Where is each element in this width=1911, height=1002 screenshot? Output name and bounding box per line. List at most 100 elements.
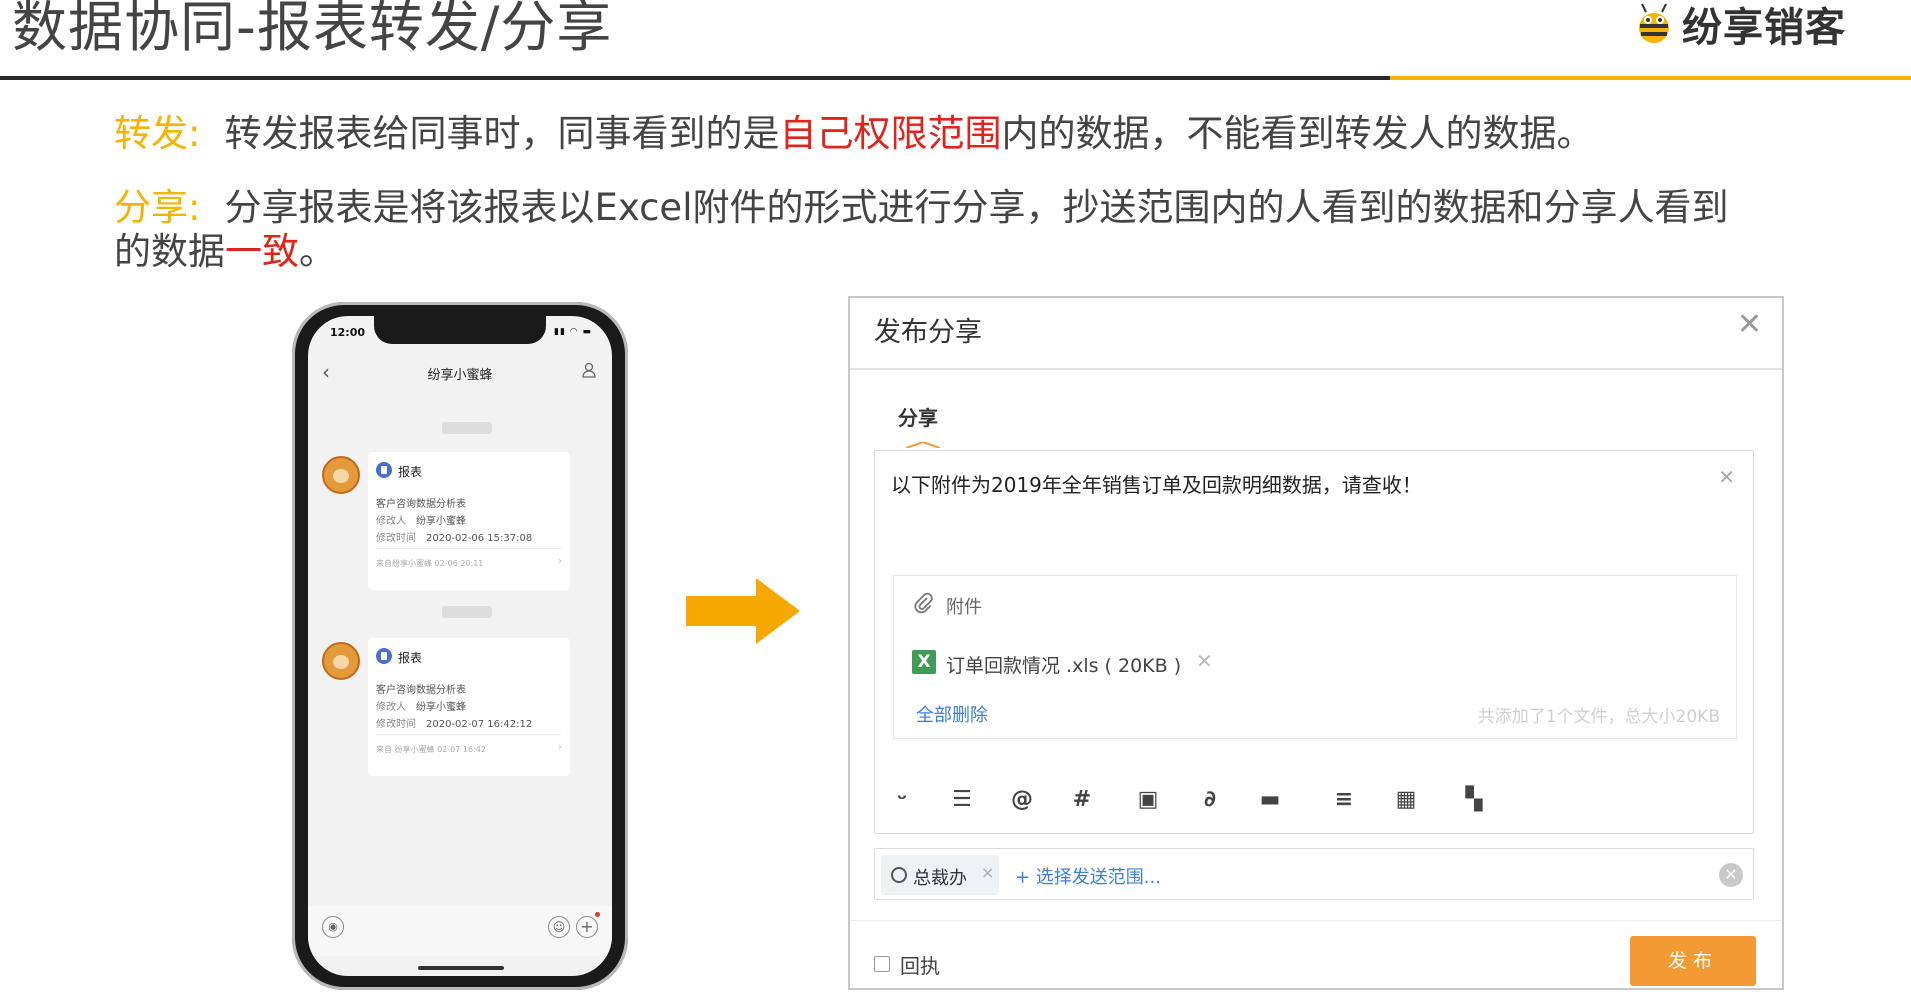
avatar[interactable] xyxy=(322,456,360,494)
divider xyxy=(376,548,562,549)
card-type: 报表 xyxy=(398,465,423,479)
mention-icon[interactable]: @ xyxy=(1009,787,1035,813)
share-highlight: 一致 xyxy=(225,230,299,273)
card-time-row: 修改时间 2020-02-07 16:42:12 xyxy=(376,715,532,730)
message-text[interactable]: 以下附件为2019年全年销售订单及回款明细数据，请查收！ xyxy=(891,469,1422,498)
report-card[interactable]: 报表 客户咨询数据分析表 修改人 纷享小蜜蜂 修改时间 2020-02-07 16:… xyxy=(368,638,570,776)
chevron-right-icon: › xyxy=(558,556,562,567)
card-footer: 来自纷享小蜜蜂 02-06 20:11 xyxy=(376,559,484,568)
bee-logo-icon xyxy=(1639,3,1669,43)
divider xyxy=(850,920,1782,921)
logo-text: 纷享销客 xyxy=(1682,5,1846,51)
publish-button[interactable]: 发布 xyxy=(1630,936,1756,986)
message-editor[interactable]: 以下附件为2019年全年销售订单及回款明细数据，请查收！ ✕ 附件 X 订单回款… xyxy=(874,450,1754,834)
delete-all-link[interactable]: 全部删除 xyxy=(916,701,988,727)
forward-text-1: 转发报表给同事时，同事看到的是 xyxy=(224,112,780,155)
clear-scope-icon[interactable]: ✕ xyxy=(1719,863,1743,887)
phone-screen: 12:00 ▮▮ ◠ ▬ ‹ 纷享小蜜蜂 报表 客户咨询数据分析表 修改人 纷享小… xyxy=(308,316,612,976)
home-indicator xyxy=(418,966,504,970)
receipt-checkbox[interactable] xyxy=(874,956,890,972)
report-icon xyxy=(376,462,392,478)
card-modifier-row: 修改人 纷享小蜜蜂 xyxy=(376,698,466,713)
excel-file-icon: X xyxy=(912,650,936,674)
timestamp-pill xyxy=(442,422,492,434)
hashtag-icon[interactable]: # xyxy=(1069,787,1095,813)
report-card[interactable]: 报表 客户咨询数据分析表 修改人 纷享小蜜蜂 修改时间 2020-02-06 15:… xyxy=(368,452,570,590)
send-scope-field[interactable]: 总裁办 × + 选择发送范围... ✕ xyxy=(874,848,1754,900)
share-paragraph: 分享: 分享报表是将该报表以Excel附件的形式进行分享，抄送范围内的人看到的数据… xyxy=(114,186,1754,274)
card-type: 报表 xyxy=(398,651,423,665)
attachment-summary: 共添加了1个文件，总大小20KB xyxy=(1477,707,1720,727)
emoji-icon[interactable]: ᵕ xyxy=(889,787,915,813)
card-time-label: 修改时间 xyxy=(376,533,416,544)
share-text-3: 。 xyxy=(299,230,336,273)
slide-title: 数据协同-报表转发/分享 xyxy=(12,0,613,59)
tab-indicator-icon xyxy=(906,442,940,448)
phone-notch xyxy=(374,316,546,344)
table-icon[interactable]: ▦ xyxy=(1393,787,1419,813)
header-rule-dark xyxy=(0,76,1390,80)
phone-mockup: 12:00 ▮▮ ◠ ▬ ‹ 纷享小蜜蜂 报表 客户咨询数据分析表 修改人 纷享小… xyxy=(292,302,628,990)
circle-icon xyxy=(891,867,907,883)
divider xyxy=(376,734,562,735)
card-modifier: 纷享小蜜蜂 xyxy=(416,702,466,713)
card-modifier: 纷享小蜜蜂 xyxy=(416,516,466,527)
card-modifier-label: 修改人 xyxy=(376,516,406,527)
brand-logo: 纷享销客 xyxy=(1632,0,1846,51)
plus-icon[interactable]: + xyxy=(576,916,598,938)
share-colon: : xyxy=(188,186,201,229)
editor-toolbar: ᵕ ☰ @ # ▣ ∂ ▬ ≡ ▦ ▚ xyxy=(889,781,1749,821)
card-report-name: 客户咨询数据分析表 xyxy=(376,499,466,510)
avatar[interactable] xyxy=(322,642,360,680)
clear-message-icon[interactable]: ✕ xyxy=(1718,465,1735,489)
forward-colon: : xyxy=(188,112,201,155)
card-modifier-row: 修改人 纷享小蜜蜂 xyxy=(376,512,466,527)
status-icons: ▮▮ ◠ ▬ xyxy=(554,327,592,337)
remove-file-icon[interactable]: ✕ xyxy=(1196,649,1213,673)
dialog-title: 发布分享 xyxy=(874,317,982,348)
close-icon[interactable]: ✕ xyxy=(1737,310,1762,340)
timestamp-pill xyxy=(442,606,492,618)
select-scope-link[interactable]: + 选择发送范围... xyxy=(1015,863,1161,889)
card-time-label: 修改时间 xyxy=(376,719,416,730)
remove-tag-icon[interactable]: × xyxy=(981,863,994,882)
card-modifier-label: 修改人 xyxy=(376,702,406,713)
attachment-icon[interactable]: ∂ xyxy=(1197,787,1223,813)
card-time-row: 修改时间 2020-02-06 15:37:08 xyxy=(376,529,532,544)
card-footer: 来自 纷享小蜜蜂 02-07 16:42 xyxy=(376,745,486,754)
card-time: 2020-02-06 15:37:08 xyxy=(426,533,533,544)
voice-icon[interactable]: ◉ xyxy=(322,916,344,938)
share-text-1: 分享报表是将该报表以Excel附件的形式进行分享，抄送范围内的人看到的数据和分享… xyxy=(224,186,1729,229)
report-icon xyxy=(376,648,392,664)
chat-input-bar: ◉ ☺ + xyxy=(308,906,612,956)
chat-nav-bar: ‹ 纷享小蜜蜂 xyxy=(308,354,612,388)
attachment-file-name[interactable]: 订单回款情况 .xls ( 20KB ) xyxy=(946,651,1181,678)
attachment-panel: 附件 X 订单回款情况 .xls ( 20KB ) ✕ 全部删除 共添加了1个文… xyxy=(893,575,1737,739)
forward-label: 转发 xyxy=(114,112,188,155)
card-icon[interactable]: ▬ xyxy=(1257,787,1283,813)
paperclip-icon xyxy=(914,592,933,614)
forward-highlight: 自己权限范围 xyxy=(779,112,1002,155)
user-icon[interactable] xyxy=(582,362,596,378)
list-icon[interactable]: ☰ xyxy=(949,787,975,813)
apps-icon[interactable]: ▚ xyxy=(1461,787,1487,813)
notification-dot xyxy=(595,912,600,917)
divider xyxy=(850,368,1782,370)
publish-share-dialog: 发布分享 ✕ 分享 以下附件为2019年全年销售订单及回款明细数据，请查收！ ✕… xyxy=(848,296,1784,990)
status-time: 12:00 xyxy=(330,326,366,339)
align-icon[interactable]: ≡ xyxy=(1331,787,1357,813)
share-text-2: 的数据 xyxy=(114,230,225,273)
card-report-name: 客户咨询数据分析表 xyxy=(376,685,466,696)
scope-tag[interactable]: 总裁办 × xyxy=(881,855,999,895)
share-label: 分享 xyxy=(114,186,188,229)
header-rule-gold xyxy=(1390,76,1911,80)
emoji-icon[interactable]: ☺ xyxy=(548,916,570,938)
receipt-label: 回执 xyxy=(900,954,940,978)
arrow-right-icon xyxy=(686,578,800,644)
tab-share[interactable]: 分享 xyxy=(898,402,938,431)
attachments-label: 附件 xyxy=(946,597,982,618)
image-icon[interactable]: ▣ xyxy=(1135,787,1161,813)
scope-tag-label: 总裁办 xyxy=(913,868,967,889)
forward-text-2: 内的数据，不能看到转发人的数据。 xyxy=(1001,112,1594,155)
forward-paragraph: 转发: 转发报表给同事时，同事看到的是自己权限范围内的数据，不能看到转发人的数据。 xyxy=(114,112,1593,156)
